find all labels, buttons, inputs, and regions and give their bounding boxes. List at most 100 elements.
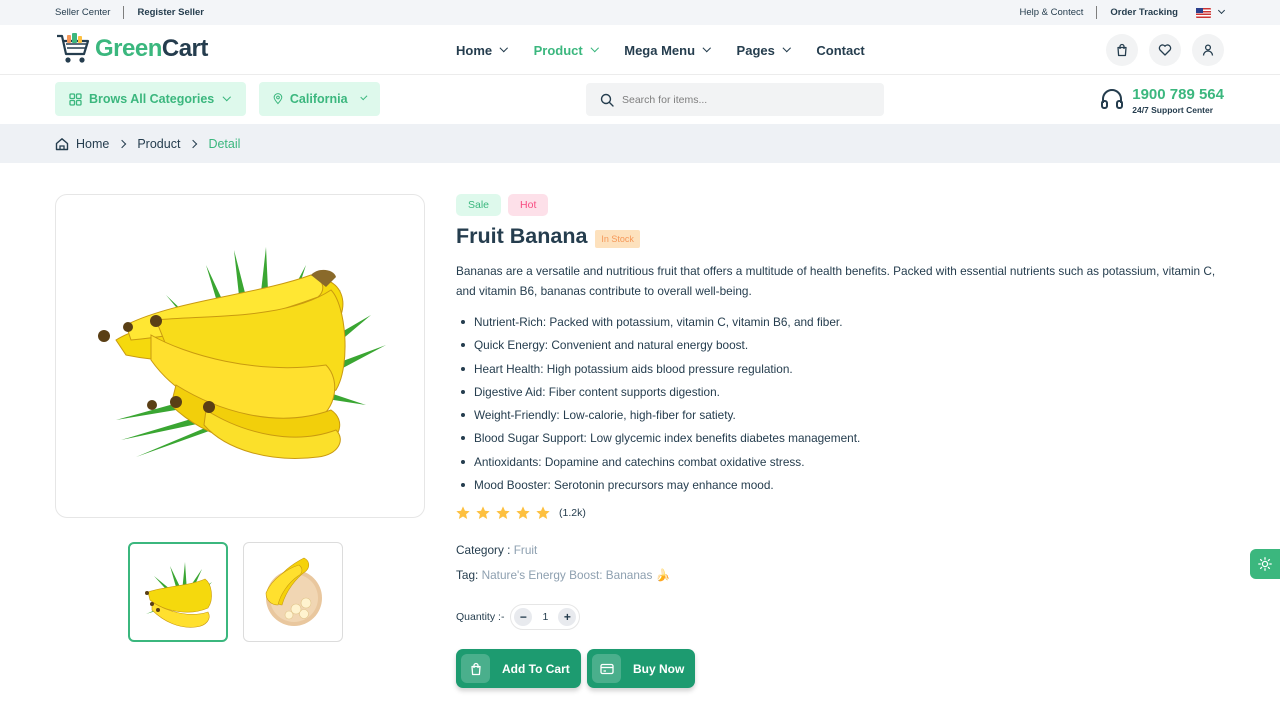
- support-subtitle: 24/7 Support Center: [1132, 104, 1214, 115]
- chevron-down-icon: [590, 44, 599, 52]
- increase-quantity-button[interactable]: +: [558, 608, 577, 626]
- chevron-right-icon: [118, 139, 127, 148]
- rating-stars: [455, 505, 555, 521]
- product-rating: (1.2k): [455, 505, 586, 521]
- browse-categories-label: Brows All Categories: [89, 92, 215, 106]
- breadcrumb-home[interactable]: Home: [76, 137, 109, 151]
- star-icon: [456, 506, 470, 519]
- support-phone[interactable]: 1900 789 564: [1132, 86, 1224, 103]
- nav-item-mega-menu[interactable]: Mega Menu: [624, 42, 711, 58]
- chevron-right-icon: [189, 139, 198, 148]
- chevron-down-icon: [702, 44, 711, 52]
- top-bar: Seller Center Register Seller Help & Con…: [0, 0, 1280, 25]
- shopping-bag-icon: [461, 654, 490, 683]
- chevron-down-icon: [782, 44, 791, 52]
- breadcrumb: Home Product Detail: [0, 124, 1280, 163]
- headset-icon: [1101, 89, 1124, 109]
- sun-icon: [1258, 557, 1272, 571]
- seller-center-link[interactable]: Seller Center: [55, 7, 110, 18]
- sale-badge: Sale: [456, 194, 502, 216]
- nav-item-label: Contact: [816, 42, 865, 58]
- feature-item: Nutrient-Rich: Packed with potassium, vi…: [460, 312, 860, 335]
- banana-bunch-image: [98, 247, 386, 459]
- logo-text: GreenCart: [95, 35, 208, 63]
- feature-item: Weight-Friendly: Low-calorie, high-fiber…: [460, 405, 860, 428]
- rating-count: (1.2k): [559, 507, 586, 519]
- product-description: Bananas are a versatile and nutritious f…: [456, 264, 1216, 298]
- breadcrumb-product[interactable]: Product: [137, 137, 180, 151]
- star-icon: [496, 506, 510, 519]
- theme-toggle-button[interactable]: [1250, 549, 1280, 579]
- product-tag: Tag: Nature's Energy Boost: Bananas 🍌: [456, 568, 670, 582]
- star-icon: [476, 506, 490, 519]
- cart-button[interactable]: [1106, 34, 1138, 66]
- nav-item-pages[interactable]: Pages: [736, 42, 791, 58]
- add-to-cart-label: Add To Cart: [502, 661, 570, 676]
- nav-item-label: Product: [533, 42, 583, 58]
- category-label: Category :: [456, 543, 511, 557]
- feature-item: Digestive Aid: Fiber content supports di…: [460, 382, 860, 405]
- support-contact: 1900 789 564 24/7 Support Center: [1100, 84, 1224, 116]
- buy-now-button[interactable]: Buy Now: [587, 649, 695, 688]
- nav-item-contact[interactable]: Contact: [816, 43, 864, 58]
- feature-item: Blood Sugar Support: Low glycemic index …: [460, 428, 860, 451]
- feature-item: Mood Booster: Serotonin precursors may e…: [460, 475, 860, 498]
- feature-item: Quick Energy: Convenient and natural ene…: [460, 335, 860, 358]
- quantity-row: Quantity :- − 1 +: [456, 604, 581, 630]
- product-category: Category : Fruit: [456, 543, 537, 557]
- nav-item-product[interactable]: Product: [533, 42, 599, 58]
- nav-item-label: Mega Menu: [624, 42, 696, 58]
- logo[interactable]: GreenCart: [55, 31, 208, 67]
- nav-item-label: Pages: [736, 42, 775, 58]
- add-to-cart-button[interactable]: Add To Cart: [456, 649, 581, 688]
- tag-link[interactable]: Nature's Energy Boost: Bananas 🍌: [482, 568, 671, 582]
- divider: [123, 6, 125, 19]
- feature-item: Heart Health: High potassium aids blood …: [460, 359, 860, 382]
- location-selector[interactable]: California: [259, 82, 380, 116]
- credit-card-icon: [592, 654, 621, 683]
- product-badges: Sale Hot: [456, 194, 555, 216]
- map-pin-icon: [273, 93, 283, 105]
- search-input[interactable]: Search for items...: [586, 83, 884, 116]
- logo-text-dark: Cart: [161, 35, 209, 62]
- language-selector[interactable]: [1196, 6, 1226, 18]
- chevron-down-icon: [223, 93, 231, 101]
- search-placeholder: Search for items...: [622, 93, 708, 106]
- breadcrumb-detail: Detail: [208, 136, 241, 151]
- wishlist-button[interactable]: [1149, 34, 1181, 66]
- us-flag-icon: [1196, 7, 1211, 18]
- stock-status-badge: In Stock: [595, 229, 640, 248]
- feature-item: Antioxidants: Dopamine and catechins com…: [460, 452, 860, 475]
- product-main-image[interactable]: [55, 194, 425, 518]
- heart-icon: [1158, 44, 1172, 56]
- star-icon: [516, 506, 530, 519]
- help-contact-link[interactable]: Help & Contect: [1020, 7, 1084, 18]
- category-link[interactable]: Fruit: [514, 543, 538, 557]
- quantity-value[interactable]: 1: [543, 611, 549, 623]
- header-actions: [1095, 34, 1224, 66]
- banana-plate-thumbnail: [265, 557, 322, 626]
- quantity-stepper: − 1 +: [510, 604, 581, 630]
- home-icon: [55, 137, 69, 150]
- divider: [1096, 6, 1098, 19]
- decrease-quantity-button[interactable]: −: [514, 608, 533, 626]
- browse-categories-button[interactable]: Brows All Categories: [55, 82, 246, 116]
- hot-badge: Hot: [508, 194, 549, 216]
- chevron-down-icon: [1217, 6, 1226, 15]
- register-seller-link[interactable]: Register Seller: [137, 7, 204, 18]
- thumbnail-2[interactable]: [243, 542, 343, 642]
- account-button[interactable]: [1192, 34, 1224, 66]
- order-tracking-link[interactable]: Order Tracking: [1110, 7, 1178, 18]
- thumbnail-1[interactable]: [128, 542, 228, 642]
- toolbar-row: Brows All Categories California Search f…: [0, 75, 1280, 123]
- main-nav: Home Product Mega Menu Pages Contact: [456, 25, 892, 75]
- location-label: California: [289, 92, 348, 106]
- search-icon: [600, 93, 614, 107]
- main-header: GreenCart Home Product Mega Menu Pages C…: [0, 25, 1280, 75]
- user-icon: [1202, 44, 1214, 56]
- product-features-list: Nutrient-Rich: Packed with potassium, vi…: [460, 312, 860, 498]
- star-icon: [536, 506, 550, 519]
- buy-now-label: Buy Now: [633, 661, 685, 676]
- shopping-bag-icon: [1117, 43, 1127, 57]
- nav-item-home[interactable]: Home: [456, 43, 508, 58]
